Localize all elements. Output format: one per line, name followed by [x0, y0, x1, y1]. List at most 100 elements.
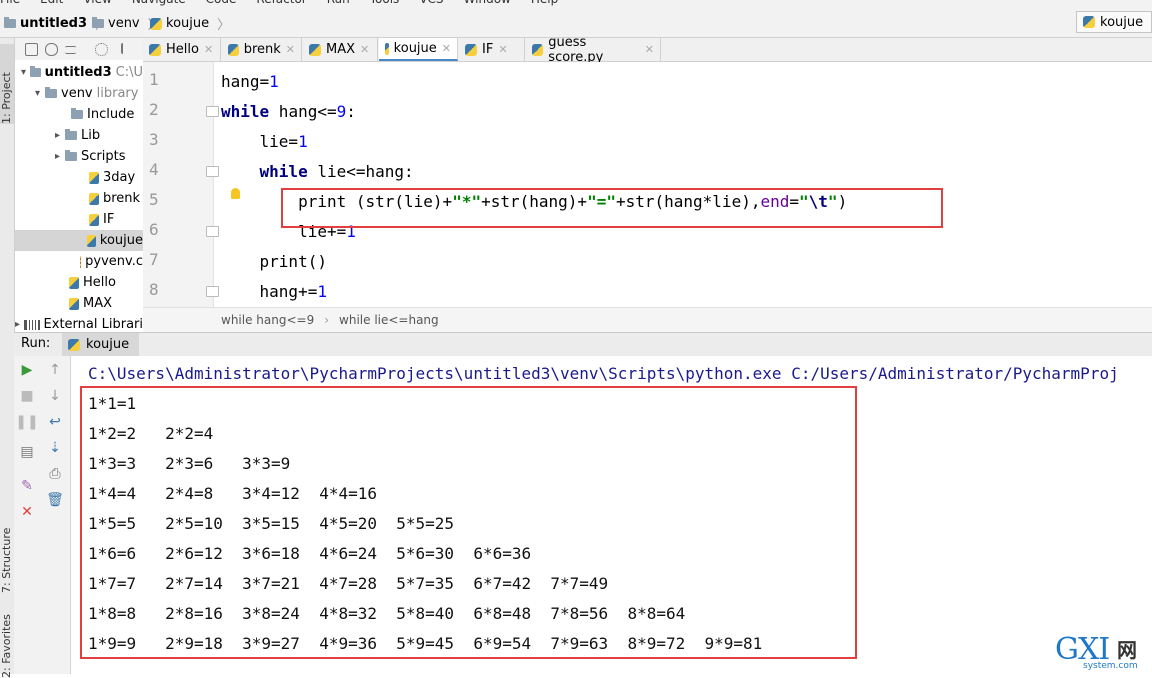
layout-icon[interactable]: ▤: [19, 444, 35, 460]
locate-icon[interactable]: [45, 43, 58, 56]
lightbulb-icon[interactable]: [231, 188, 240, 199]
menu-item[interactable]: Help: [531, 0, 558, 6]
close-icon[interactable]: ✕: [19, 504, 35, 520]
python-file-icon: [309, 43, 321, 56]
tree-item[interactable]: ▾ venv library: [15, 83, 143, 104]
tree-item-path: C:\U: [115, 65, 143, 80]
close-tab-icon[interactable]: ✕: [442, 42, 451, 55]
pin-icon[interactable]: ✎: [19, 478, 35, 494]
tree-item[interactable]: ▸ External Librari: [15, 314, 143, 332]
run-tab[interactable]: koujue: [62, 333, 140, 356]
tree-item[interactable]: ▸ Lib: [15, 125, 143, 146]
python-file-icon: [385, 42, 389, 55]
run-configuration-select[interactable]: koujue: [1076, 11, 1152, 33]
pause-icon[interactable]: ❚❚: [15, 414, 38, 430]
scroll-to-end-icon[interactable]: ⇣: [47, 440, 63, 456]
output-highlight-box: [80, 386, 857, 659]
tree-item[interactable]: ▸ Scripts: [15, 146, 143, 167]
menu-item[interactable]: Window: [464, 0, 511, 6]
menu-item[interactable]: Tools: [370, 0, 400, 6]
tab-label: MAX: [326, 42, 356, 57]
folder-icon: [65, 129, 77, 140]
menu-item[interactable]: View: [83, 0, 111, 6]
tree-item[interactable]: brenk: [15, 188, 143, 209]
project-view-icon[interactable]: [25, 43, 38, 56]
tree-item[interactable]: pyvenv.c: [15, 251, 143, 272]
line-number: 1: [149, 70, 159, 89]
tree-item[interactable]: MAX: [15, 293, 143, 314]
soft-wrap-icon[interactable]: ↩: [47, 414, 63, 430]
editor-tab[interactable]: MAX ✕: [303, 38, 378, 61]
close-tab-icon[interactable]: ✕: [204, 43, 213, 56]
structure-tool-button[interactable]: 7: Structure: [0, 498, 14, 593]
menu-item[interactable]: VCS: [419, 0, 443, 6]
menu-item[interactable]: Refactor: [256, 0, 306, 6]
tree-item-label: untitled3: [44, 65, 112, 80]
scroll-up-icon[interactable]: ↑: [47, 362, 63, 378]
tree-item-path: library: [96, 86, 139, 101]
file-icon: [89, 213, 99, 226]
expand-arrow-icon[interactable]: ▸: [15, 319, 24, 330]
tree-item[interactable]: IF: [15, 209, 143, 230]
close-tab-icon[interactable]: ✕: [360, 43, 369, 56]
fold-marker-icon[interactable]: [206, 106, 219, 117]
hide-icon[interactable]: [121, 43, 129, 54]
menu-item[interactable]: Edit: [40, 0, 63, 6]
menu-item[interactable]: Navigate: [132, 0, 186, 6]
tree-item[interactable]: koujue: [15, 230, 143, 251]
watermark-logo: GXI 网 system.com: [1055, 632, 1138, 671]
tab-label: koujue: [393, 41, 437, 56]
breadcrumb-item[interactable]: while lie<=hang: [339, 313, 439, 327]
editor-tab[interactable]: Hello ✕: [143, 38, 221, 61]
tree-item[interactable]: 3day: [15, 167, 143, 188]
editor-tab[interactable]: IF ✕: [459, 38, 525, 61]
file-icon: [89, 192, 99, 205]
editor-tab[interactable]: brenk ✕: [222, 38, 302, 61]
breadcrumb-item[interactable]: while hang<=9: [221, 313, 314, 327]
tree-item[interactable]: ▾ untitled3 C:\U: [15, 62, 143, 83]
run-panel-header: Run: koujue: [14, 332, 1152, 357]
fold-marker-icon[interactable]: [206, 226, 219, 237]
file-icon: [69, 276, 79, 289]
menu-item[interactable]: Run: [327, 0, 350, 6]
tab-label: IF: [482, 42, 494, 57]
fold-marker-icon[interactable]: [206, 286, 219, 297]
gear-icon[interactable]: [95, 43, 108, 56]
nav-crumb-file[interactable]: koujue 〉: [150, 14, 230, 33]
scroll-down-icon[interactable]: ↓: [47, 388, 63, 404]
editor-tab[interactable]: koujue ✕: [379, 38, 458, 61]
tree-item-label: MAX: [83, 296, 113, 311]
expand-arrow-icon[interactable]: ▾: [35, 88, 45, 99]
tree-item[interactable]: Hello: [15, 272, 143, 293]
print-icon[interactable]: ⎙: [47, 466, 63, 482]
tree-item-label: koujue: [99, 233, 143, 248]
menu-item[interactable]: File: [0, 0, 20, 6]
rerun-icon[interactable]: ▶: [19, 362, 35, 378]
stop-icon[interactable]: ■: [19, 388, 35, 404]
project-tool-button[interactable]: 1: Project: [0, 44, 14, 124]
code-highlight-box: [281, 188, 943, 228]
tree-item-label: brenk: [103, 191, 141, 206]
trash-icon[interactable]: 🗑: [46, 492, 64, 508]
tree-item-label: Include: [87, 107, 135, 122]
close-tab-icon[interactable]: ✕: [286, 43, 295, 56]
expand-arrow-icon[interactable]: ▸: [55, 130, 65, 141]
fold-marker-icon[interactable]: [206, 166, 219, 177]
code-editor[interactable]: hang=1 while hang<=9: lie=1 while lie<=h…: [214, 62, 1152, 307]
expand-arrow-icon[interactable]: ▾: [21, 67, 30, 78]
menu-item[interactable]: Code: [206, 0, 237, 6]
favorites-tool-button[interactable]: 2: Favorites: [0, 598, 14, 678]
code-line: hang+=1: [221, 282, 327, 301]
close-tab-icon[interactable]: ✕: [498, 43, 507, 56]
code-line: lie=1: [221, 132, 308, 151]
tree-item[interactable]: Include: [15, 104, 143, 125]
tab-label: guess score.py: [548, 34, 604, 65]
editor-tab[interactable]: guess score.py ✕: [526, 35, 661, 65]
tree-item-label: Lib: [81, 128, 101, 143]
collapse-icon[interactable]: [65, 46, 76, 54]
expand-arrow-icon[interactable]: ▸: [55, 151, 65, 162]
python-file-icon: [149, 43, 161, 56]
tree-item-label: pyvenv.c: [85, 254, 143, 269]
close-tab-icon[interactable]: ✕: [645, 43, 654, 56]
folder-icon: [65, 150, 77, 161]
